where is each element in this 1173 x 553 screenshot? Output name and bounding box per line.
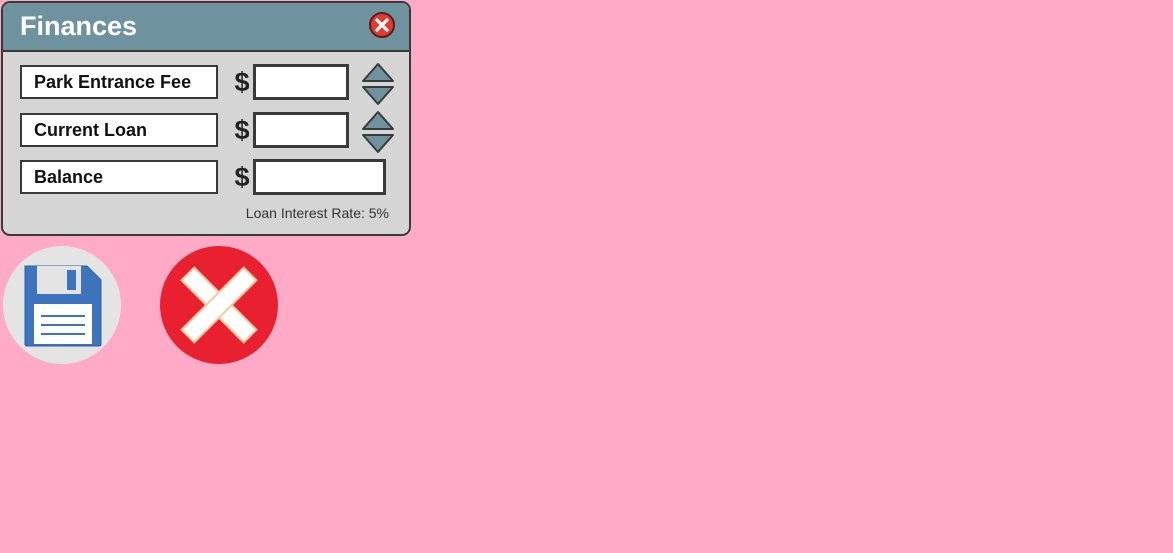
save-button[interactable]	[3, 246, 121, 364]
x-icon	[180, 266, 258, 344]
window-title: Finances	[20, 11, 138, 41]
park-entrance-fee-stepper	[361, 62, 395, 106]
balance-label: Balance	[20, 160, 218, 194]
arrow-down-icon	[362, 86, 394, 105]
increase-current-loan-button[interactable]	[361, 110, 395, 131]
park-entrance-fee-input[interactable]	[253, 64, 349, 100]
cancel-button[interactable]	[160, 246, 278, 364]
decrease-park-entrance-fee-button[interactable]	[361, 85, 395, 106]
finances-window: Finances Park Entrance Fee $ Current Loa…	[1, 1, 411, 236]
currency-symbol: $	[234, 115, 250, 145]
balance-field	[253, 159, 386, 195]
loan-interest-rate-note: Loan Interest Rate: 5%	[245, 205, 389, 221]
arrow-down-icon	[362, 134, 394, 153]
decrease-current-loan-button[interactable]	[361, 133, 395, 154]
close-button[interactable]	[369, 12, 395, 38]
current-loan-input[interactable]	[253, 112, 349, 148]
current-loan-label: Current Loan	[20, 113, 218, 147]
floppy-disk-icon	[24, 265, 102, 347]
arrow-up-icon	[362, 111, 394, 130]
increase-park-entrance-fee-button[interactable]	[361, 62, 395, 83]
close-icon	[375, 18, 389, 32]
current-loan-stepper	[361, 110, 395, 154]
arrow-up-icon	[362, 63, 394, 82]
park-entrance-fee-label: Park Entrance Fee	[20, 65, 218, 99]
currency-symbol: $	[234, 162, 250, 192]
window-titlebar: Finances	[3, 3, 409, 52]
currency-symbol: $	[234, 67, 250, 97]
